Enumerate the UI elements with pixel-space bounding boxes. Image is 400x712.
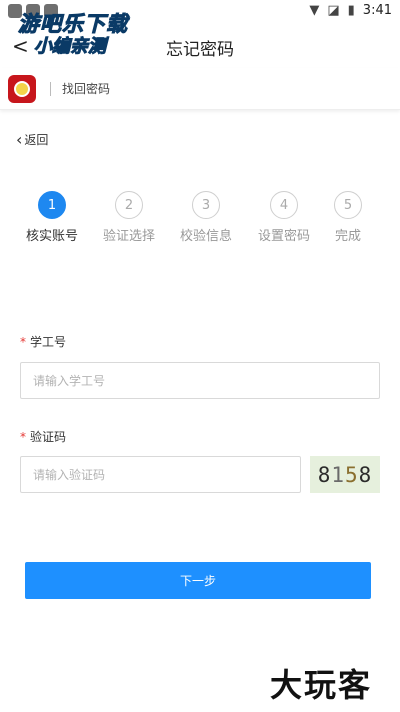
captcha-char: 8: [317, 462, 332, 487]
captcha-input[interactable]: [20, 456, 301, 493]
student-id-label-text: 学工号: [30, 335, 67, 349]
step-5: 5 完成: [308, 191, 388, 244]
step-number: 5: [334, 191, 362, 219]
divider: [50, 82, 51, 96]
captcha-char: 5: [345, 462, 359, 487]
captcha-char: 1: [331, 462, 345, 487]
step-number: 4: [270, 191, 298, 219]
bottom-watermark: 大玩客: [270, 666, 373, 704]
chevron-left-icon: ‹: [16, 129, 23, 149]
captcha-label: * 验证码: [20, 428, 66, 445]
required-mark: *: [20, 430, 26, 444]
step-label: 核实账号: [25, 229, 78, 244]
step-label: 验证选择: [102, 229, 155, 244]
back-link-label: 返回: [24, 133, 49, 147]
school-bar: 找回密码: [0, 68, 400, 110]
step-label: 校验信息: [179, 229, 232, 244]
watermark-line2: 小编亲测: [34, 36, 107, 58]
step-label: 完成: [334, 229, 361, 244]
captcha-image[interactable]: 8158: [310, 456, 380, 493]
step-3: 3 校验信息: [166, 191, 246, 244]
school-logo-icon: [8, 75, 36, 103]
watermark-line1: 游吧乐下载: [18, 12, 128, 37]
captcha-label-text: 验证码: [30, 430, 67, 444]
captcha-char: 8: [358, 462, 373, 487]
step-indicator: 1 核实账号 2 验证选择 3 校验信息 4 设置密码 5 完成: [0, 191, 400, 251]
step-1: 1 核实账号: [12, 191, 92, 244]
forgot-password-screen: ▼ ◪ ▮ 3:41 < 忘记密码 游吧乐下载 小编亲测 找回密码 ‹ 返回 1…: [0, 0, 400, 712]
step-number: 3: [192, 191, 220, 219]
status-icons: ▼ ◪ ▮ 3:41: [309, 3, 392, 18]
step-number: 1: [38, 191, 66, 219]
next-step-button[interactable]: 下一步: [25, 562, 371, 599]
student-id-input[interactable]: [20, 362, 380, 399]
step-number: 2: [115, 191, 143, 219]
wifi-icon: ▼: [309, 3, 320, 18]
required-mark: *: [20, 335, 26, 349]
status-time: 3:41: [362, 3, 392, 18]
signal-icon: ◪: [327, 3, 340, 18]
battery-icon: ▮: [347, 3, 355, 18]
watermark: 游吧乐下载 小编亲测: [18, 12, 148, 58]
step-2: 2 验证选择: [89, 191, 169, 244]
back-link[interactable]: ‹ 返回: [16, 131, 48, 148]
sub-title: 找回密码: [62, 82, 111, 96]
student-id-label: * 学工号: [20, 333, 66, 350]
